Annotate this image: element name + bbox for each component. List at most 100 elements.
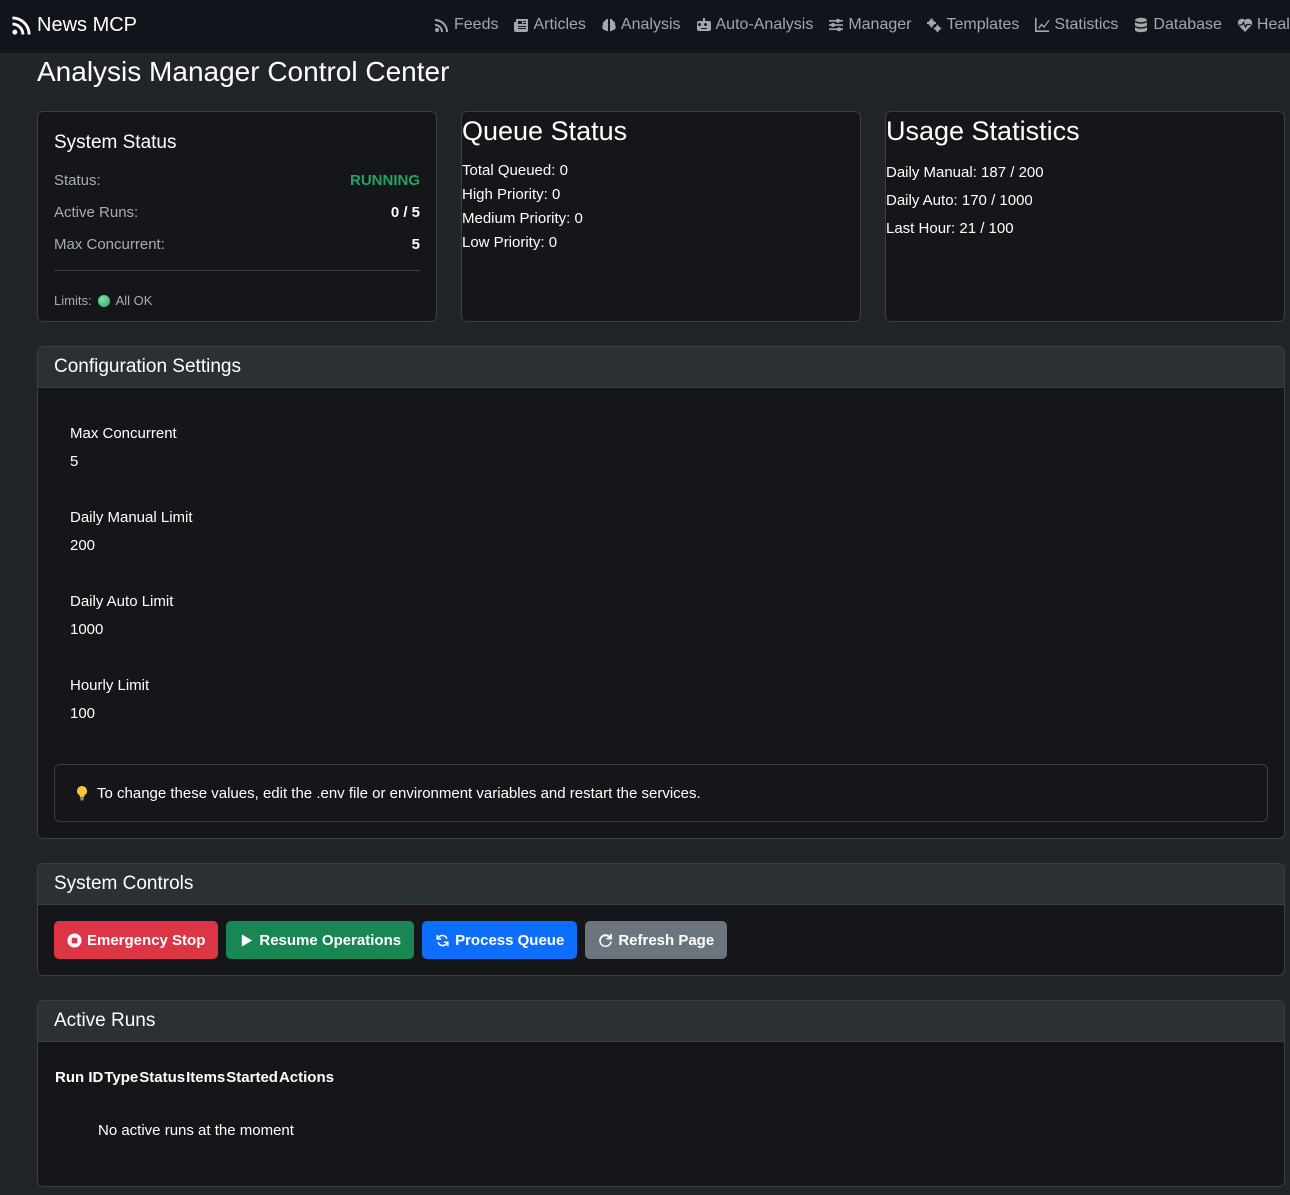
nav-statistics[interactable]: Statistics: [1034, 16, 1118, 34]
column-header-status: Status: [139, 1069, 186, 1086]
stop-circle-icon: [67, 932, 82, 948]
config-label: Hourly Limit: [70, 677, 150, 694]
newspaper-icon: [514, 19, 529, 32]
system-controls-card: System Controls Emergency Stop Resume Op…: [37, 863, 1285, 976]
queue-status-card: Queue Status Total Queued: 0 High Priori…: [461, 111, 861, 322]
column-header-type: Type: [104, 1069, 139, 1086]
resume-operations-button[interactable]: Resume Operations: [226, 921, 415, 959]
refresh-icon: [599, 933, 613, 947]
config-item: Daily Auto Limit 1000: [70, 588, 1284, 644]
active-runs-card: Active Runs Run ID Type Status Items Sta…: [37, 1000, 1285, 1187]
config-info-alert: To change these values, edit the .env fi…: [54, 764, 1268, 822]
sliders-icon: [829, 18, 844, 32]
nav-analysis[interactable]: Analysis: [601, 16, 681, 34]
refresh-page-label: Refresh Page: [618, 931, 715, 949]
config-item: Max Concurrent 5: [70, 420, 1284, 476]
database-icon: [1135, 17, 1148, 33]
usage-statistics-card: Usage Statistics Daily Manual: 187 / 200…: [885, 111, 1285, 322]
low-priority: Low Priority: 0: [462, 234, 558, 251]
process-queue-button[interactable]: Process Queue: [422, 921, 578, 959]
config-item: Daily Manual Limit 200: [70, 504, 1284, 560]
nav-analysis-label: Analysis: [620, 16, 681, 33]
rss-icon: [435, 19, 448, 32]
config-value: 1000: [70, 621, 104, 638]
brain-icon: [602, 18, 616, 32]
page-title: Analysis Manager Control Center: [37, 56, 450, 87]
status-label: Status:: [54, 171, 101, 189]
status-value: RUNNING: [350, 171, 420, 189]
nav-links: Feeds Articles Analysis Auto-Analysis Ma…: [434, 16, 1290, 34]
nav-health[interactable]: Health: [1237, 16, 1290, 34]
limits-label: Limits:: [54, 293, 92, 308]
config-item: Hourly Limit 100: [70, 672, 1284, 728]
process-queue-label: Process Queue: [455, 931, 565, 949]
brand-link[interactable]: News MCP: [12, 14, 137, 37]
column-header-run-id: Run ID: [55, 1069, 104, 1086]
nav-templates-label: Templates: [946, 16, 1020, 33]
nav-manager[interactable]: Manager: [828, 16, 911, 34]
nav-auto-analysis[interactable]: Auto-Analysis: [696, 16, 814, 34]
emergency-stop-label: Emergency Stop: [87, 931, 206, 949]
configuration-settings-card: Configuration Settings Max Concurrent 5 …: [37, 346, 1285, 839]
max-concurrent-row: Max Concurrent: 5: [54, 228, 420, 260]
active-runs-label: Active Runs:: [54, 203, 139, 221]
queue-status-title: Queue Status: [462, 116, 628, 146]
brand-name: News MCP: [37, 14, 138, 36]
configuration-list: Max Concurrent 5 Daily Manual Limit 200 …: [38, 388, 1284, 728]
column-header-items: Items: [186, 1069, 226, 1086]
nav-database[interactable]: Database: [1133, 16, 1222, 34]
control-buttons: Emergency Stop Resume Operations Process…: [38, 905, 1284, 959]
resume-operations-label: Resume Operations: [259, 931, 402, 949]
active-runs-value: 0 / 5: [390, 203, 420, 221]
max-concurrent-label: Max Concurrent:: [54, 235, 165, 253]
status-row: Status: RUNNING: [54, 164, 420, 196]
system-controls-title: System Controls: [38, 864, 1284, 905]
lightbulb-icon: [77, 786, 87, 801]
total-queued: Total Queued: 0: [462, 162, 568, 179]
divider: [54, 270, 420, 271]
active-runs-title: Active Runs: [38, 1001, 1284, 1042]
empty-runs-message: No active runs at the moment: [98, 1122, 294, 1139]
system-status-card: System Status Status: RUNNING Active Run…: [37, 111, 437, 322]
robot-icon: [696, 18, 711, 31]
high-priority: High Priority: 0: [462, 186, 561, 203]
emergency-stop-button[interactable]: Emergency Stop: [54, 921, 219, 959]
max-concurrent-value: 5: [411, 235, 420, 253]
daily-auto-usage: Daily Auto: 170 / 1000: [886, 192, 1033, 209]
config-label: Daily Manual Limit: [70, 509, 193, 526]
nav-templates[interactable]: Templates: [926, 16, 1019, 34]
configuration-settings-title: Configuration Settings: [38, 347, 1284, 388]
column-header-actions: Actions: [278, 1069, 334, 1086]
config-value: 200: [70, 537, 96, 554]
nav-feeds[interactable]: Feeds: [434, 16, 498, 34]
status-dot-icon: [97, 294, 110, 307]
column-header-started: Started: [226, 1069, 278, 1086]
nav-articles-label: Articles: [533, 16, 586, 33]
nav-feeds-label: Feeds: [454, 16, 499, 33]
rss-icon: [12, 16, 31, 35]
daily-manual-usage: Daily Manual: 187 / 200: [886, 164, 1044, 181]
config-label: Daily Auto Limit: [70, 593, 174, 610]
last-hour-usage: Last Hour: 21 / 100: [886, 220, 1014, 237]
nav-statistics-label: Statistics: [1054, 16, 1119, 33]
config-value: 100: [70, 705, 96, 722]
heart-pulse-icon: [1237, 18, 1253, 32]
nav-manager-label: Manager: [848, 16, 912, 33]
config-note: To change these values, edit the .env fi…: [97, 784, 701, 802]
nav-health-label: Health: [1256, 16, 1290, 33]
refresh-page-button[interactable]: Refresh Page: [585, 921, 728, 959]
play-icon: [242, 933, 253, 947]
nav-auto-analysis-label: Auto-Analysis: [715, 16, 814, 33]
gears-icon: [927, 18, 942, 33]
top-navbar: News MCP Feeds Articles Analysis Auto-An…: [0, 0, 1290, 53]
active-runs-row: Active Runs: 0 / 5: [54, 196, 420, 228]
limits-value: All OK: [115, 293, 153, 308]
config-value: 5: [70, 453, 79, 470]
config-label: Max Concurrent: [70, 425, 177, 442]
medium-priority: Medium Priority: 0: [462, 210, 583, 227]
nav-articles[interactable]: Articles: [513, 16, 586, 34]
limits-indicator: Limits: All OK: [54, 293, 420, 308]
line-chart-icon: [1035, 18, 1050, 32]
active-runs-table-header: Run ID Type Status Items Started Actions: [38, 1042, 1284, 1086]
system-status-title: System Status: [54, 132, 177, 153]
